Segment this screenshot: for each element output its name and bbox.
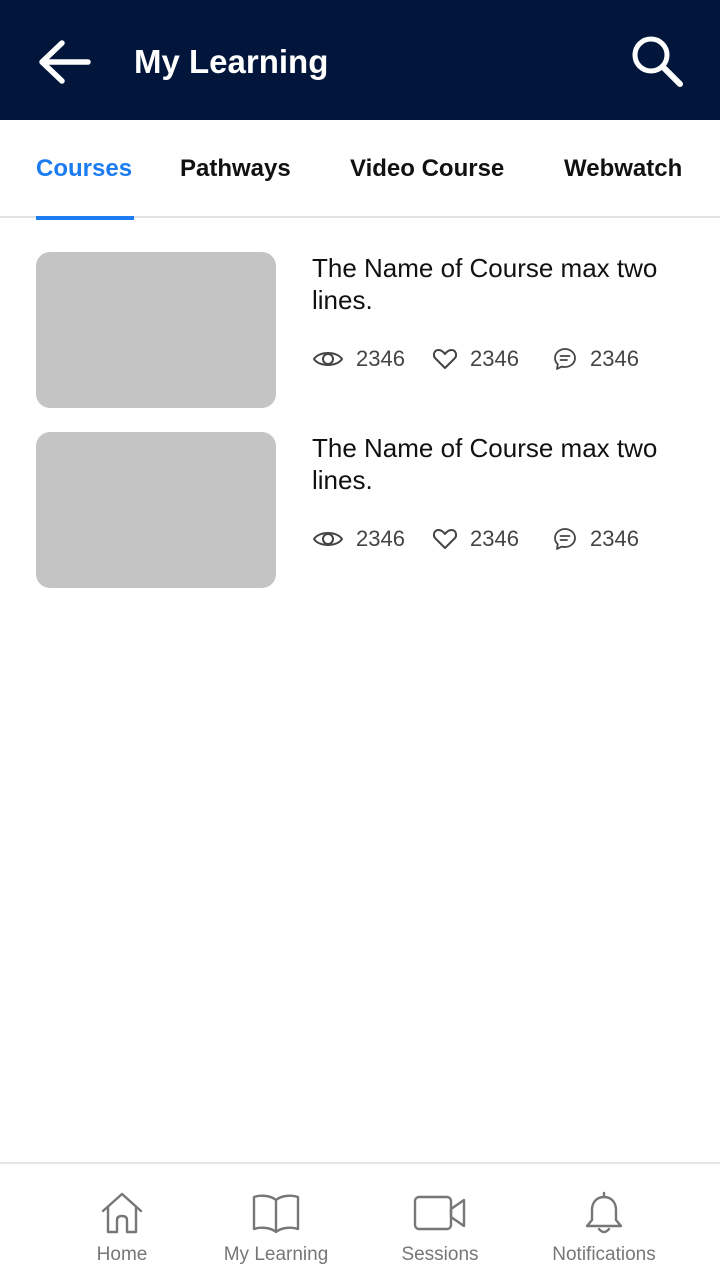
likes-count: 2346 <box>470 526 519 551</box>
bottom-navigation: Home My Learning Sessions Notifications <box>0 1162 720 1280</box>
comments-count: 2346 <box>590 346 639 371</box>
course-list-item[interactable]: The Name of Course max two lines. 2346 2… <box>36 252 686 408</box>
tab-courses[interactable]: Courses <box>36 120 134 220</box>
eye-icon <box>312 528 344 550</box>
search-button[interactable] <box>624 28 690 94</box>
course-title: The Name of Course max two lines. <box>312 433 658 495</box>
nav-notifications-label: Notifications <box>552 1244 656 1265</box>
comment-icon[interactable] <box>552 346 578 372</box>
video-camera-icon <box>413 1188 467 1238</box>
search-icon <box>632 36 683 87</box>
views-count: 2346 <box>356 526 405 551</box>
back-button[interactable] <box>36 34 96 90</box>
tab-webwatch[interactable]: Webwatch <box>564 120 682 218</box>
course-list-item[interactable]: The Name of Course max two lines. 2346 2… <box>36 432 686 588</box>
nav-my-learning-label: My Learning <box>223 1244 329 1265</box>
comment-icon[interactable] <box>552 526 578 552</box>
tab-pathways[interactable]: Pathways <box>180 120 291 218</box>
eye-icon <box>312 348 344 370</box>
arrow-left-icon <box>39 40 91 84</box>
likes-count: 2346 <box>470 346 519 371</box>
tab-bar: Courses Pathways Video Course Webwatch <box>0 120 720 220</box>
nav-notifications[interactable]: Notifications <box>540 1164 668 1280</box>
page-title: My Learning <box>134 43 329 80</box>
course-thumbnail <box>36 432 276 588</box>
views-stat: 2346 <box>312 344 405 374</box>
comments-count: 2346 <box>590 526 639 551</box>
tab-video-course[interactable]: Video Course <box>350 120 504 218</box>
course-thumbnail <box>36 252 276 408</box>
likes-stat: 2346 <box>432 524 519 554</box>
nav-home-label: Home <box>96 1244 148 1265</box>
course-title: The Name of Course max two lines. <box>312 253 658 315</box>
heart-icon[interactable] <box>432 347 458 371</box>
bell-icon <box>583 1188 625 1238</box>
comments-stat: 2346 <box>552 344 639 374</box>
nav-sessions[interactable]: Sessions <box>392 1164 488 1280</box>
comments-stat: 2346 <box>552 524 639 554</box>
app-header: My Learning <box>0 0 720 120</box>
nav-sessions-label: Sessions <box>401 1244 479 1265</box>
views-count: 2346 <box>356 346 405 371</box>
home-icon <box>99 1188 145 1238</box>
likes-stat: 2346 <box>432 344 519 374</box>
nav-my-learning[interactable]: My Learning <box>212 1164 340 1280</box>
app-screen: My Learning Courses Pathways Video Cours… <box>0 0 720 1280</box>
book-icon <box>251 1188 301 1238</box>
nav-home[interactable]: Home <box>80 1164 164 1280</box>
views-stat: 2346 <box>312 524 405 554</box>
heart-icon[interactable] <box>432 527 458 551</box>
